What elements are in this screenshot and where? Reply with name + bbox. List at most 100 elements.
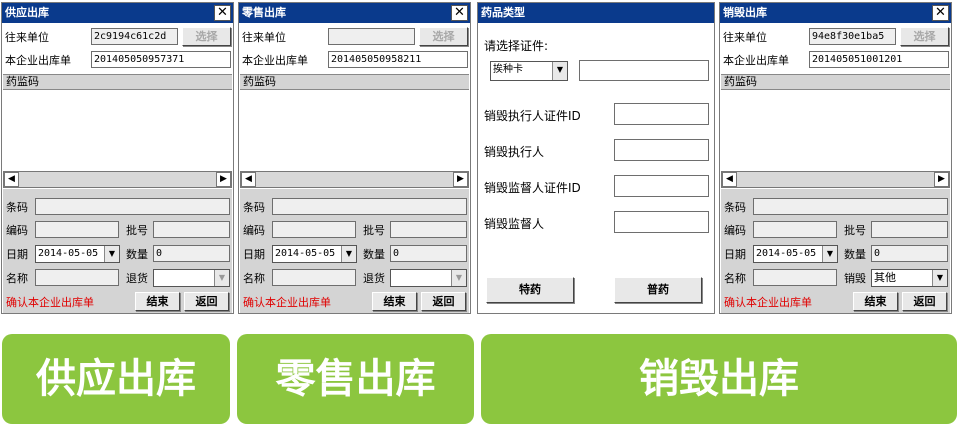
date-picker[interactable]: 2014-05-05 ▼ <box>272 245 357 263</box>
dropdown-arrow-icon[interactable]: ▼ <box>104 246 119 262</box>
batch-field[interactable] <box>390 221 467 238</box>
dropdown-arrow-icon[interactable]: ▼ <box>451 270 466 286</box>
name-field[interactable] <box>35 269 119 286</box>
cert-number-input[interactable] <box>579 60 709 81</box>
caption-retail: 零售出库 <box>237 334 474 424</box>
destroy-reason-select[interactable]: 其他 ▼ <box>871 269 948 287</box>
label-partner-unit: 往来单位 <box>242 31 286 44</box>
label-quantity: 数量 <box>363 248 385 261</box>
exec-id-input[interactable] <box>614 103 709 125</box>
scroll-right-icon[interactable]: ▶ <box>453 172 468 187</box>
sup-id-input[interactable] <box>614 175 709 197</box>
window-titlebar: 零售出库 ✕ <box>239 3 470 23</box>
finish-button[interactable]: 结束 <box>853 292 898 311</box>
return-select[interactable]: ▼ <box>153 269 230 287</box>
scroll-left-icon[interactable]: ◀ <box>722 172 737 187</box>
drug-code-list[interactable] <box>721 90 950 170</box>
name-field[interactable] <box>272 269 356 286</box>
label-name: 名称 <box>6 272 28 285</box>
back-button[interactable]: 返回 <box>184 292 229 311</box>
partner-unit-field[interactable] <box>328 28 415 45</box>
label-partner-unit: 往来单位 <box>5 31 49 44</box>
code-field[interactable] <box>35 221 119 238</box>
label-order-number: 本企业出库单 <box>723 54 789 67</box>
date-picker[interactable]: 2014-05-05 ▼ <box>753 245 838 263</box>
batch-field[interactable] <box>871 221 948 238</box>
drug-code-list[interactable] <box>3 90 232 170</box>
drug-type-window: 药品类型 请选择证件: 挨种卡 ▼ 销毁执行人证件ID 销毁执行人 销毁监督人证… <box>477 2 715 314</box>
label-batch: 批号 <box>844 224 866 237</box>
back-button[interactable]: 返回 <box>421 292 466 311</box>
confirm-order-link[interactable]: 确认本企业出库单 <box>6 294 94 310</box>
order-number-input[interactable]: 201405051001201 <box>809 51 949 68</box>
barcode-field[interactable] <box>272 198 467 215</box>
label-batch: 批号 <box>363 224 385 237</box>
batch-field[interactable] <box>153 221 230 238</box>
finish-button[interactable]: 结束 <box>135 292 180 311</box>
confirm-order-link[interactable]: 确认本企业出库单 <box>243 294 331 310</box>
label-date: 日期 <box>6 248 28 261</box>
sup-input[interactable] <box>614 211 709 233</box>
return-select[interactable]: ▼ <box>390 269 467 287</box>
form-area: 条码 编码 批号 日期 2014-05-05 ▼ 数量 0 名称 销毁 其他 ▼… <box>721 189 950 313</box>
label-quantity: 数量 <box>126 248 148 261</box>
select-button[interactable]: 选择 <box>182 27 231 46</box>
horizontal-scrollbar[interactable]: ◀ ▶ <box>240 171 469 188</box>
partner-unit-field[interactable]: 2c9194c61c2d <box>91 28 178 45</box>
dropdown-arrow-icon[interactable]: ▼ <box>552 62 567 80</box>
dropdown-arrow-icon[interactable]: ▼ <box>214 270 229 286</box>
scroll-left-icon[interactable]: ◀ <box>241 172 256 187</box>
caption-supply: 供应出库 <box>2 334 230 424</box>
quantity-field[interactable]: 0 <box>871 245 948 262</box>
retail-outbound-window: 零售出库 ✕ 往来单位 选择 本企业出库单 201405050958211 药监… <box>238 2 471 314</box>
special-drug-button[interactable]: 特药 <box>486 277 574 303</box>
quantity-field[interactable]: 0 <box>390 245 467 262</box>
barcode-field[interactable] <box>35 198 230 215</box>
back-button[interactable]: 返回 <box>902 292 947 311</box>
horizontal-scrollbar[interactable]: ◀ ▶ <box>721 171 950 188</box>
dropdown-arrow-icon[interactable]: ▼ <box>932 270 947 286</box>
date-picker[interactable]: 2014-05-05 ▼ <box>35 245 120 263</box>
scroll-right-icon[interactable]: ▶ <box>216 172 231 187</box>
barcode-field[interactable] <box>753 198 948 215</box>
order-number-input[interactable]: 201405050957371 <box>91 51 231 68</box>
scroll-right-icon[interactable]: ▶ <box>934 172 949 187</box>
close-icon[interactable]: ✕ <box>932 5 949 21</box>
code-field[interactable] <box>272 221 356 238</box>
select-button[interactable]: 选择 <box>419 27 468 46</box>
label-sup-id: 销毁监督人证件ID <box>484 181 581 195</box>
confirm-order-link[interactable]: 确认本企业出库单 <box>724 294 812 310</box>
label-order-number: 本企业出库单 <box>242 54 308 67</box>
close-icon[interactable]: ✕ <box>451 5 468 21</box>
window-titlebar: 供应出库 ✕ <box>2 3 233 23</box>
finish-button[interactable]: 结束 <box>372 292 417 311</box>
drug-code-list[interactable] <box>240 90 469 170</box>
partner-unit-field[interactable]: 94e8f30e1ba5 <box>809 28 896 45</box>
dropdown-arrow-icon[interactable]: ▼ <box>341 246 356 262</box>
label-partner-unit: 往来单位 <box>723 31 767 44</box>
cert-type-select[interactable]: 挨种卡 ▼ <box>490 61 568 81</box>
label-code: 编码 <box>724 224 746 237</box>
cert-type-value: 挨种卡 <box>493 64 523 75</box>
list-header-drug-code: 药监码 <box>3 74 232 90</box>
select-button[interactable]: 选择 <box>900 27 949 46</box>
horizontal-scrollbar[interactable]: ◀ ▶ <box>3 171 232 188</box>
label-sup: 销毁监督人 <box>484 217 545 231</box>
dropdown-arrow-icon[interactable]: ▼ <box>822 246 837 262</box>
label-name: 名称 <box>724 272 746 285</box>
label-barcode: 条码 <box>243 201 265 214</box>
destroy-reason-value: 其他 <box>874 271 896 284</box>
date-value: 2014-05-05 <box>38 248 99 259</box>
label-barcode: 条码 <box>724 201 746 214</box>
order-number-input[interactable]: 201405050958211 <box>328 51 468 68</box>
normal-drug-button[interactable]: 普药 <box>614 277 702 303</box>
name-field[interactable] <box>753 269 837 286</box>
code-field[interactable] <box>753 221 837 238</box>
exec-input[interactable] <box>614 139 709 161</box>
quantity-field[interactable]: 0 <box>153 245 230 262</box>
scroll-left-icon[interactable]: ◀ <box>4 172 19 187</box>
label-quantity: 数量 <box>844 248 866 261</box>
close-icon[interactable]: ✕ <box>214 5 231 21</box>
label-exec-id: 销毁执行人证件ID <box>484 109 581 123</box>
label-batch: 批号 <box>126 224 148 237</box>
